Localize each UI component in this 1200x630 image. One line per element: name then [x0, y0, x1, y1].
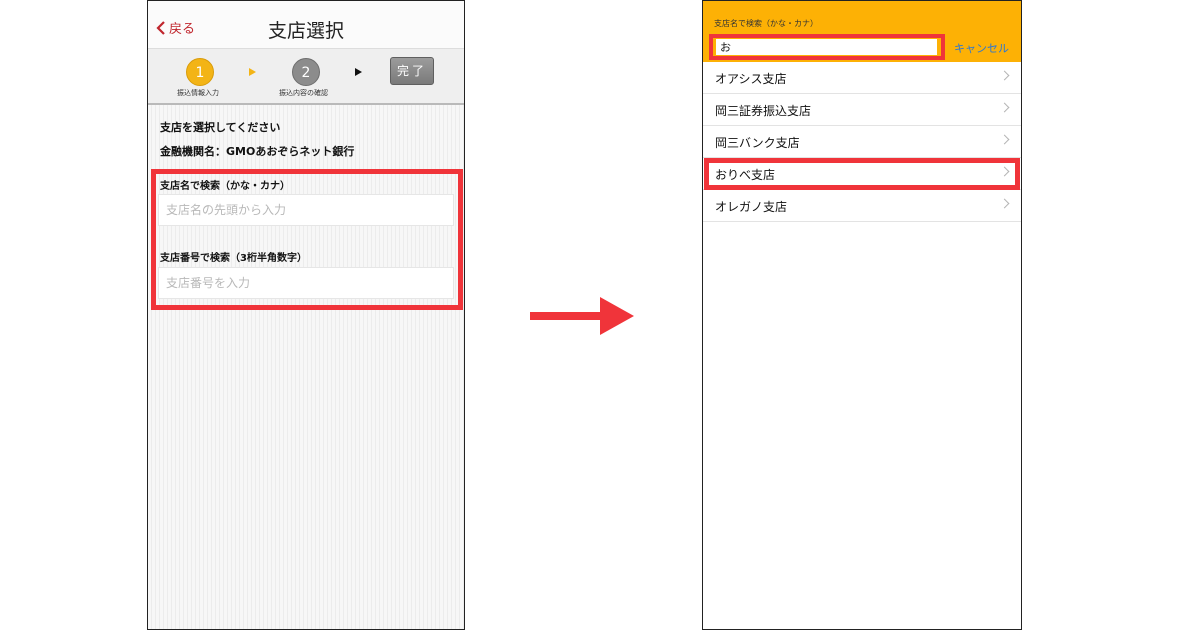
- list-item-label: おりべ支店: [715, 168, 776, 182]
- done-step-badge: 完了: [390, 57, 434, 85]
- list-item[interactable]: 岡三バンク支店: [703, 126, 1021, 158]
- arrow-right-icon: [530, 297, 634, 335]
- step-indicator: 1 振込情報入力 2 振込内容の確認 完了: [148, 49, 464, 105]
- nav-bar: 戻る 支店選択: [148, 1, 464, 49]
- chevron-right-icon: [999, 134, 1010, 145]
- branch-result-list: オアシス支店 岡三証券振込支店 岡三バンク支店 おりべ支店 オレガノ支店: [703, 62, 1021, 222]
- search-header: 支店名で検索（かな・カナ） キャンセル: [703, 1, 1021, 62]
- branch-name-input[interactable]: [158, 194, 454, 226]
- branch-select-screen: 戻る 支店選択 1 振込情報入力 2 振込内容の確認 完了 支店を選択してくださ…: [147, 0, 465, 630]
- list-item-label: 岡三証券振込支店: [715, 104, 812, 118]
- step-arrow-icon: [249, 68, 256, 76]
- list-item[interactable]: オレガノ支店: [703, 190, 1021, 222]
- step-2-label: 振込内容の確認: [279, 89, 328, 97]
- branch-number-input[interactable]: [158, 267, 454, 299]
- search-caption: 支店名で検索（かな・カナ）: [714, 19, 818, 28]
- list-item-label: 岡三バンク支店: [715, 136, 800, 150]
- list-item[interactable]: おりべ支店: [703, 158, 1021, 190]
- page-title: 支店選択: [267, 20, 344, 42]
- chevron-right-icon: [999, 198, 1010, 209]
- instruction-text: 支店を選択してください: [160, 121, 281, 134]
- chevron-right-icon: [999, 166, 1010, 177]
- step-1-circle: 1: [186, 58, 214, 86]
- chevron-right-icon: [999, 70, 1010, 81]
- branch-search-input[interactable]: [716, 39, 937, 55]
- step-arrow-icon: [355, 68, 362, 76]
- step-1-label: 振込情報入力: [177, 89, 219, 97]
- bank-name-text: 金融機関名：GMOあおぞらネット銀行: [160, 145, 355, 158]
- branch-number-search-label: 支店番号で検索（3桁半角数字）: [160, 253, 307, 264]
- branch-search-results-screen: 支店名で検索（かな・カナ） キャンセル オアシス支店 岡三証券振込支店 岡三バン…: [702, 0, 1022, 630]
- chevron-right-icon: [999, 102, 1010, 113]
- cancel-button[interactable]: キャンセル: [954, 40, 1009, 56]
- list-item[interactable]: 岡三証券振込支店: [703, 94, 1021, 126]
- list-item-label: オアシス支店: [715, 72, 787, 86]
- list-item-label: オレガノ支店: [715, 200, 788, 214]
- list-item[interactable]: オアシス支店: [703, 62, 1021, 94]
- branch-name-search-label: 支店名で検索（かな・カナ）: [160, 181, 290, 192]
- step-2-circle: 2: [292, 58, 320, 86]
